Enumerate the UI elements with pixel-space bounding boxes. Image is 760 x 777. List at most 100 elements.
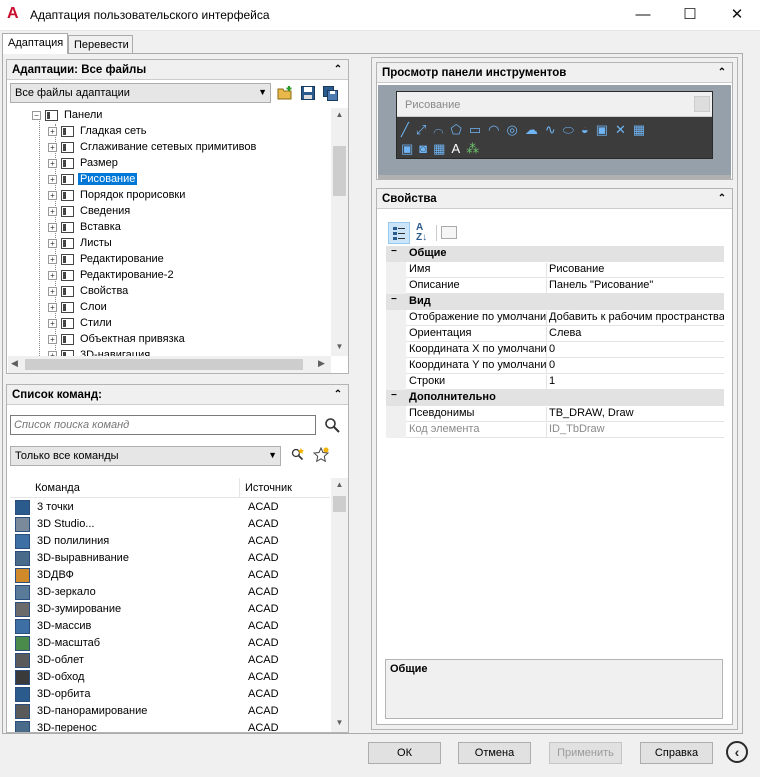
collapse-category-icon[interactable]: − bbox=[391, 294, 397, 305]
filter-search-icon[interactable] bbox=[290, 447, 306, 463]
expand-node-icon[interactable]: + bbox=[48, 255, 57, 264]
maximize-icon[interactable]: ☐ bbox=[667, 0, 713, 30]
command-row[interactable]: 3D Studio... ACAD bbox=[10, 516, 330, 533]
property-value[interactable]: 0 bbox=[549, 359, 724, 371]
command-icon bbox=[15, 619, 30, 634]
expand-node-icon[interactable]: + bbox=[48, 335, 57, 344]
command-row[interactable]: 3DДВФ ACAD bbox=[10, 567, 330, 584]
command-row[interactable]: 3 точки ACAD bbox=[10, 499, 330, 516]
command-filter-select[interactable]: Только все команды ▼ bbox=[10, 446, 281, 466]
property-pages-icon[interactable] bbox=[441, 226, 457, 239]
command-row[interactable]: 3D-масштаб ACAD bbox=[10, 635, 330, 652]
command-scroll-thumb[interactable] bbox=[333, 496, 346, 512]
property-row[interactable]: Координата X по умолчанию 0 bbox=[386, 342, 724, 358]
save-as-icon[interactable] bbox=[322, 85, 338, 101]
expand-node-icon[interactable]: + bbox=[48, 159, 57, 168]
command-vertical-scrollbar[interactable]: ▲ ▼ bbox=[331, 478, 348, 732]
scroll-left-icon[interactable]: ◀ bbox=[11, 358, 18, 369]
property-row[interactable]: Отображение по умолчанию Добавить к рабоч… bbox=[386, 310, 724, 326]
column-source[interactable]: Источник bbox=[245, 482, 292, 494]
command-search-input[interactable] bbox=[10, 415, 316, 435]
expand-node-icon[interactable]: + bbox=[48, 143, 57, 152]
expand-node-icon[interactable]: + bbox=[48, 271, 57, 280]
collapse-category-icon[interactable]: − bbox=[391, 390, 397, 401]
expand-node-icon[interactable]: + bbox=[48, 223, 57, 232]
collapse-icon[interactable]: ⌃ bbox=[331, 388, 345, 402]
customization-file-select[interactable]: Все файлы адаптации ▼ bbox=[10, 83, 271, 103]
collapse-panel-icon[interactable]: ‹ bbox=[726, 741, 748, 763]
expand-node-icon[interactable]: + bbox=[48, 303, 57, 312]
command-row[interactable]: 3D-орбита ACAD bbox=[10, 686, 330, 703]
command-row[interactable]: 3D-выравнивание ACAD bbox=[10, 550, 330, 567]
property-row[interactable]: Координата Y по умолчанию 0 bbox=[386, 358, 724, 374]
property-category[interactable]: − Общие bbox=[386, 246, 724, 262]
command-row[interactable]: 3D-массив ACAD bbox=[10, 618, 330, 635]
open-file-icon[interactable] bbox=[277, 85, 293, 101]
command-row[interactable]: 3D-перенос ACAD bbox=[10, 720, 330, 732]
scroll-down-icon[interactable]: ▼ bbox=[331, 718, 348, 727]
property-row[interactable]: Ориентация Слева bbox=[386, 326, 724, 342]
draw-toolbar-icons-row2: ▣◙▦A⁂ bbox=[401, 141, 511, 159]
autocad-logo-icon: A bbox=[7, 5, 19, 22]
property-category[interactable]: − Дополнительно bbox=[386, 390, 724, 406]
command-row[interactable]: 3D полилиния ACAD bbox=[10, 533, 330, 550]
scroll-down-icon[interactable]: ▼ bbox=[331, 342, 348, 351]
scroll-up-icon[interactable]: ▲ bbox=[331, 480, 348, 489]
close-icon[interactable]: ✕ bbox=[714, 0, 760, 30]
apply-button[interactable]: Применить bbox=[549, 742, 622, 764]
expand-node-icon[interactable]: + bbox=[48, 239, 57, 248]
alphabetical-sort-icon[interactable]: A Z↓ bbox=[413, 222, 435, 244]
tree-hscroll-thumb[interactable] bbox=[25, 359, 303, 370]
tree-vertical-scrollbar[interactable]: ▲ ▼ bbox=[331, 108, 348, 356]
command-row[interactable]: 3D-облет ACAD bbox=[10, 652, 330, 669]
property-name: Строки bbox=[409, 375, 547, 390]
command-row[interactable]: 3D-зеркало ACAD bbox=[10, 584, 330, 601]
expand-node-icon[interactable]: + bbox=[48, 175, 57, 184]
column-command[interactable]: Команда bbox=[35, 482, 80, 494]
expand-node-icon[interactable]: + bbox=[48, 207, 57, 216]
tab-customize[interactable]: Адаптация bbox=[2, 33, 68, 54]
command-row[interactable]: 3D-зумирование ACAD bbox=[10, 601, 330, 618]
preview-splitter[interactable] bbox=[378, 175, 731, 179]
property-category[interactable]: − Вид bbox=[386, 294, 724, 310]
property-value[interactable]: ID_TbDraw bbox=[549, 423, 724, 435]
save-icon[interactable] bbox=[300, 85, 316, 101]
property-value[interactable]: Панель "Рисование" bbox=[549, 279, 724, 291]
collapse-node-icon[interactable]: − bbox=[32, 111, 41, 120]
collapse-icon[interactable]: ⌃ bbox=[715, 192, 729, 206]
tree-horizontal-scrollbar[interactable]: ◀ ▶ bbox=[8, 356, 331, 373]
collapse-category-icon[interactable]: − bbox=[391, 246, 397, 257]
expand-node-icon[interactable]: + bbox=[48, 127, 57, 136]
make-block-icon: ✕ bbox=[615, 122, 633, 137]
property-row[interactable]: Код элемента ID_TbDraw bbox=[386, 422, 724, 438]
tab-transfer[interactable]: Перевести bbox=[68, 35, 133, 54]
property-row[interactable]: Имя Рисование bbox=[386, 262, 724, 278]
command-row[interactable]: 3D-панорамирование ACAD bbox=[10, 703, 330, 720]
collapse-icon[interactable]: ⌃ bbox=[715, 66, 729, 80]
command-name: 3D-зеркало bbox=[37, 586, 96, 598]
property-row[interactable]: Псевдонимы TB_DRAW, Draw bbox=[386, 406, 724, 422]
property-value[interactable]: Рисование bbox=[549, 263, 724, 275]
new-command-icon[interactable] bbox=[313, 447, 329, 463]
property-value[interactable]: Добавить к рабочим пространствам bbox=[549, 311, 724, 323]
help-button[interactable]: Справка bbox=[640, 742, 713, 764]
property-value[interactable]: Слева bbox=[549, 327, 724, 339]
scroll-right-icon[interactable]: ▶ bbox=[318, 358, 325, 369]
ok-button[interactable]: ОК bbox=[368, 742, 441, 764]
tree-scroll-thumb[interactable] bbox=[333, 146, 346, 196]
property-value[interactable]: TB_DRAW, Draw bbox=[549, 407, 724, 419]
expand-node-icon[interactable]: + bbox=[48, 191, 57, 200]
property-value[interactable]: 1 bbox=[549, 375, 724, 387]
expand-node-icon[interactable]: + bbox=[48, 319, 57, 328]
property-value[interactable]: 0 bbox=[549, 343, 724, 355]
property-row[interactable]: Описание Панель "Рисование" bbox=[386, 278, 724, 294]
property-row[interactable]: Строки 1 bbox=[386, 374, 724, 390]
collapse-icon[interactable]: ⌃ bbox=[331, 63, 345, 77]
search-icon[interactable] bbox=[324, 417, 340, 433]
cancel-button[interactable]: Отмена bbox=[458, 742, 531, 764]
expand-node-icon[interactable]: + bbox=[48, 287, 57, 296]
scroll-up-icon[interactable]: ▲ bbox=[331, 110, 348, 119]
minimize-icon[interactable]: — bbox=[620, 0, 666, 30]
command-row[interactable]: 3D-обход ACAD bbox=[10, 669, 330, 686]
categorized-view-icon[interactable] bbox=[388, 222, 410, 244]
